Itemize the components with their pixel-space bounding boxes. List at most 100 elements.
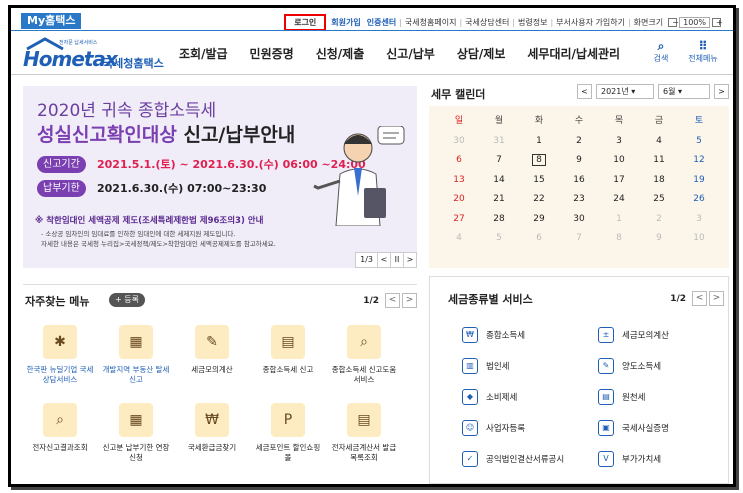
calendar-day[interactable]: 3 [599, 132, 639, 152]
favorites-next-button[interactable]: > [402, 293, 417, 308]
promo-banner[interactable]: 2020년 귀속 종합소득세 성실신고확인대상 신고/납부안내 신고기간 202… [23, 86, 417, 268]
signup-link[interactable]: 회원가입 [328, 17, 363, 28]
nav-certificate[interactable]: 민원증명 [250, 45, 294, 62]
calendar-day[interactable]: 1 [519, 132, 559, 152]
calendar-day[interactable]: 1 [599, 210, 639, 230]
tax-service-item[interactable]: ± 세금모의계산 [598, 327, 669, 343]
tax-service-item[interactable]: ▥ 법인세 [462, 358, 509, 374]
calendar-day[interactable]: 2 [639, 210, 679, 230]
favorite-item[interactable]: ▦ 개발지역 부동산 탈세신고 [101, 325, 171, 385]
calendar-day[interactable]: 9 [639, 229, 679, 249]
calendar-day[interactable]: 10 [599, 151, 639, 171]
favorite-item[interactable]: ₩ 국세환급금찾기 [177, 403, 247, 453]
tax-service-item[interactable]: ▤ 원천세 [598, 389, 645, 405]
tax-service-item[interactable]: ₩ 종합소득세 [462, 327, 525, 343]
nts-homepage-link[interactable]: 국세청홈페이지 [402, 17, 460, 28]
law-info-link[interactable]: 법령정보 [515, 17, 550, 28]
favorite-item[interactable]: ✱ 한국판 뉴딜기업 국세상담서비스 [25, 325, 95, 385]
banner-next-button[interactable]: > [403, 252, 417, 268]
search-button[interactable]: ⌕ 검색 [649, 39, 673, 64]
calendar-day[interactable]: 5 [679, 132, 719, 152]
calendar-day[interactable]: 5 [479, 229, 519, 249]
favorite-item[interactable]: ⌕ 종합소득세 신고도움 서비스 [329, 325, 399, 385]
calendar-day[interactable]: 15 [519, 171, 559, 191]
nav-agent[interactable]: 세무대리/납세관리 [527, 45, 620, 62]
my-hometax-tab[interactable]: My홈택스 [21, 13, 82, 29]
tax-service-item[interactable]: ▣ 국세사실증명 [598, 420, 669, 436]
calendar-next-button[interactable]: > [714, 84, 729, 99]
nav-filing[interactable]: 신고/납부 [386, 45, 435, 62]
calendar-day[interactable]: 29 [519, 210, 559, 230]
tax-service-item[interactable]: ✎ 양도소득세 [598, 358, 661, 374]
calendar-day[interactable]: 21 [479, 190, 519, 210]
calendar-day[interactable]: 14 [479, 171, 519, 191]
tax-service-item[interactable]: V 부가가치세 [598, 451, 661, 467]
tax-service-item[interactable]: ◆ 소비제세 [462, 389, 517, 405]
banner-pause-button[interactable]: II [390, 252, 404, 268]
calendar-day[interactable]: 22 [519, 190, 559, 210]
favorite-item[interactable]: ▦ 신고분 납부기한 연장 신청 [101, 403, 171, 463]
calendar-day[interactable]: 11 [639, 151, 679, 171]
calendar-day[interactable]: 30 [439, 132, 479, 152]
month-select[interactable]: 6월 ▾ [658, 84, 710, 99]
calendar-day[interactable]: 6 [439, 151, 479, 171]
favorite-item[interactable]: ▤ 종합소득세 신고 [253, 325, 323, 375]
banner-pager: 1/3 < II > [355, 252, 417, 268]
calendar-day[interactable]: 28 [479, 210, 519, 230]
tax-next-button[interactable]: > [709, 291, 724, 306]
nav-application[interactable]: 신청/제출 [316, 45, 365, 62]
calendar-day[interactable]: 24 [599, 190, 639, 210]
cert-center-link[interactable]: 인증센터 [364, 17, 399, 28]
calendar-day[interactable]: 23 [559, 190, 599, 210]
favorite-item-label: 국세환급금찾기 [187, 443, 237, 452]
calendar-day[interactable]: 27 [439, 210, 479, 230]
calendar-day[interactable]: 17 [599, 171, 639, 191]
favorite-item[interactable]: ✎ 세금모의계산 [177, 325, 247, 375]
login-link[interactable]: 로그인 [284, 14, 327, 31]
year-select[interactable]: 2021년 ▾ [596, 84, 654, 99]
calendar-day-number: 22 [533, 194, 545, 204]
calendar-day[interactable]: 4 [639, 132, 679, 152]
nav-inquiry[interactable]: 조회/발급 [179, 45, 228, 62]
weekday-header: 금 [654, 116, 664, 126]
calendar-day[interactable]: 7 [479, 151, 519, 171]
zoom-in-button[interactable]: + [712, 18, 723, 27]
calendar-day[interactable]: 30 [559, 210, 599, 230]
nav-consult[interactable]: 상담/제보 [457, 45, 506, 62]
calendar-day[interactable]: 16 [559, 171, 599, 191]
calendar-day[interactable]: 25 [639, 190, 679, 210]
calendar-day[interactable]: 26 [679, 190, 719, 210]
weekday-header: 수 [574, 116, 584, 126]
calendar-day[interactable]: 31 [479, 132, 519, 152]
tax-page-indicator: 1/2 [670, 293, 686, 304]
calendar-day[interactable]: 18 [639, 171, 679, 191]
calendar-day[interactable]: 2 [559, 132, 599, 152]
favorite-item[interactable]: ▤ 전자세금계산서 발급목록조회 [329, 403, 399, 463]
consult-center-link[interactable]: 국세상담센터 [462, 17, 512, 28]
calendar-day[interactable]: 19 [679, 171, 719, 191]
full-menu-button[interactable]: ⠿ 전체메뉴 [683, 39, 723, 64]
zoom-out-button[interactable]: − [668, 18, 679, 27]
calendar-day[interactable]: 9 [559, 151, 599, 171]
calendar-day[interactable]: 13 [439, 171, 479, 191]
calendar-day[interactable]: 12 [679, 151, 719, 171]
calendar-day[interactable]: 8 [599, 229, 639, 249]
favorites-prev-button[interactable]: < [385, 293, 400, 308]
dept-user-signup-link[interactable]: 부서사용자 가입하기 [553, 17, 628, 28]
calendar-prev-button[interactable]: < [577, 84, 592, 99]
calendar-day[interactable]: 10 [679, 229, 719, 249]
hometax-logo[interactable]: 전자문 납세서비스 Hometax 국세청홈택스 [21, 37, 171, 71]
calendar-day[interactable]: 3 [679, 210, 719, 230]
calendar-day[interactable]: 7 [559, 229, 599, 249]
favorites-add-button[interactable]: + 등록 [109, 293, 145, 307]
tax-prev-button[interactable]: < [692, 291, 707, 306]
calendar-day[interactable]: 4 [439, 229, 479, 249]
tax-service-item[interactable]: ☺ 사업자등록 [462, 420, 525, 436]
favorite-item[interactable]: ⌕ 전자신고결과조회 [25, 403, 95, 453]
tax-service-item[interactable]: ✓ 공익법인결산서류공시 [462, 451, 564, 467]
calendar-day[interactable]: 20 [439, 190, 479, 210]
banner-prev-button[interactable]: < [377, 252, 391, 268]
favorite-item[interactable]: P 세금포인트 할인쇼핑몰 [253, 403, 323, 463]
calendar-day[interactable]: 8 [519, 151, 559, 171]
calendar-day[interactable]: 6 [519, 229, 559, 249]
